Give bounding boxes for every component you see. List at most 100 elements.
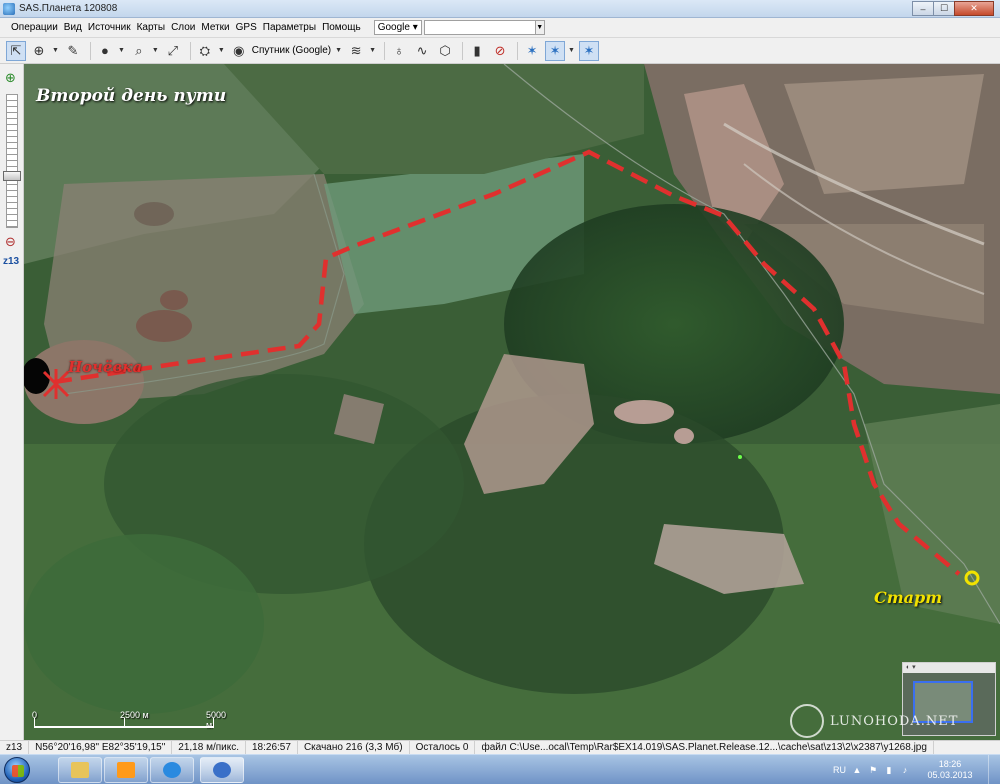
status-resolution: 21,18 м/пикс. (172, 741, 246, 754)
taskbar-sas-planet[interactable] (200, 757, 244, 783)
browser-icon (163, 762, 181, 778)
taskbar-media-player[interactable] (104, 757, 148, 783)
tray-arrow-icon[interactable]: ▲ (852, 765, 862, 775)
gps-point-marker (738, 455, 742, 459)
menu-operations[interactable]: Операции (8, 22, 61, 33)
window-title: SAS.Планета 120808 (19, 3, 118, 14)
menu-settings[interactable]: Параметры (260, 22, 319, 33)
globe-dropdown-icon[interactable]: ▼ (52, 47, 59, 54)
polygon-icon[interactable]: ⬡ (435, 41, 455, 61)
layers-dropdown-icon[interactable]: ▼ (369, 47, 376, 54)
menu-help[interactable]: Помощь (319, 22, 364, 33)
taskbar-explorer[interactable] (58, 757, 102, 783)
volume-icon[interactable]: ♪ (900, 765, 910, 775)
zoom-out-icon[interactable]: ⊖ (5, 234, 16, 250)
scale-bar: 0 2500 м 5000 м (30, 710, 226, 736)
status-time: 18:26:57 (246, 741, 298, 754)
zoom-level-label: z13 (3, 256, 20, 267)
menu-layers[interactable]: Слои (168, 22, 198, 33)
zoom-slider[interactable] (6, 94, 18, 228)
maximize-button[interactable]: ☐ (933, 1, 955, 16)
zoom-panel: ⊕ ⊖ z13 (0, 64, 24, 740)
minimize-button[interactable]: – (912, 1, 934, 16)
toolbar-separator (462, 41, 464, 60)
status-remaining: Осталось 0 (410, 741, 476, 754)
ruler-icon[interactable]: ✎ (63, 41, 83, 61)
toolbar-separator (517, 41, 519, 60)
start-button[interactable] (4, 757, 30, 783)
watermark-text: LUNOHODA.NET (830, 714, 959, 729)
sas-planet-icon (213, 762, 231, 778)
menu-gps[interactable]: GPS (233, 22, 260, 33)
menu-view[interactable]: Вид (61, 22, 85, 33)
map-caption: Второй день пути (36, 86, 227, 106)
path-icon[interactable]: ∿ (412, 41, 432, 61)
toolbar-separator (384, 41, 386, 60)
fullscreen-icon[interactable]: ⤢ (163, 41, 183, 61)
app-icon (3, 3, 15, 15)
earth-dropdown-icon[interactable]: ▼ (118, 47, 125, 54)
language-indicator[interactable]: RU (833, 765, 846, 775)
media-player-icon (117, 762, 135, 778)
title-bar: SAS.Планета 120808 – ☐ ✕ (0, 0, 1000, 18)
map-canvas[interactable]: Второй день пути Ночёвка Старт 0 2500 м … (24, 64, 1000, 740)
scale-tick (34, 718, 35, 728)
satellite-dropdown-icon[interactable]: ▼ (218, 47, 225, 54)
status-file: файл C:\Use...ocal\Temp\Rar$EX14.019\SAS… (475, 741, 934, 754)
watermark: LUNOHODA.NET (790, 704, 990, 740)
menu-source[interactable]: Источник (85, 22, 134, 33)
minimap-header: ◐ ▾ (903, 663, 995, 673)
gps-icon[interactable]: ✶ (522, 41, 542, 61)
gps-track-dropdown-icon[interactable]: ▼ (568, 47, 575, 54)
search-dropdown-button[interactable]: ▼ (534, 20, 545, 35)
search-input[interactable] (423, 20, 536, 35)
clock-time: 18:26 (938, 759, 962, 769)
menu-maps[interactable]: Карты (134, 22, 169, 33)
mark-icon[interactable]: ▮ (467, 41, 487, 61)
satellite-icon[interactable]: ⛭ (195, 41, 215, 61)
close-button[interactable]: ✕ (954, 1, 994, 16)
network-icon[interactable]: ▮ (884, 765, 894, 775)
earth-icon[interactable]: ● (95, 41, 115, 61)
watermark-globe-icon (790, 704, 824, 738)
zoom-in-icon[interactable]: ⊕ (5, 70, 16, 86)
taskbar: RU ▲ ⚑ ▮ ♪ 18:26 05.03.2013 (0, 754, 1000, 784)
status-zoom: z13 (0, 741, 30, 754)
window-controls: – ☐ ✕ (912, 1, 994, 16)
toolbar: ⇱ ⊕ ▼ ✎ ● ▼ ⌕ ▼ ⤢ ⛭ ▼ ◉ Спутник (Google) ▼ ≋ ▼… (0, 38, 1000, 64)
scale-tick (213, 718, 214, 728)
camp-label: Ночёвка (68, 358, 143, 376)
zoom-dropdown-icon[interactable]: ▼ (152, 47, 159, 54)
map-type-select[interactable]: Спутник (Google) (252, 45, 331, 56)
status-coords: N56°20'16,98" E82°35'19,15" (29, 741, 173, 754)
taskbar-browser[interactable] (150, 757, 194, 783)
satellite-imagery (24, 64, 1000, 740)
clock[interactable]: 18:26 05.03.2013 (916, 759, 984, 781)
status-downloaded: Скачано 216 (3,3 Мб) (298, 741, 410, 754)
globe-icon[interactable]: ⊕ (29, 41, 49, 61)
system-tray: RU ▲ ⚑ ▮ ♪ 18:26 05.03.2013 (833, 755, 1000, 784)
map-globe-icon[interactable]: ◉ (229, 41, 249, 61)
stop-icon[interactable]: ⊘ (490, 41, 510, 61)
windows-logo-icon (12, 765, 24, 777)
status-bar: z13 N56°20'16,98" E82°35'19,15" 21,18 м/… (0, 740, 1000, 754)
gps-track-icon[interactable]: ✶ (545, 40, 566, 61)
search-engine-select[interactable]: Google ▾ (373, 20, 422, 35)
pin-icon[interactable]: ♁ (389, 41, 409, 61)
show-desktop-button[interactable] (988, 755, 1000, 784)
clock-date: 05.03.2013 (927, 770, 973, 780)
gps-center-icon[interactable]: ✶ (578, 40, 599, 61)
toolbar-separator (89, 41, 91, 60)
scale-tick (124, 718, 125, 728)
start-label: Старт (874, 588, 943, 607)
layers-icon[interactable]: ≋ (346, 41, 366, 61)
zoom-slider-thumb[interactable] (3, 170, 21, 181)
folder-icon (71, 762, 89, 778)
toolbar-separator (189, 41, 191, 60)
menu-bar: Операции Вид Источник Карты Слои Метки G… (0, 18, 1000, 38)
flag-icon[interactable]: ⚑ (868, 765, 878, 775)
cursor-icon[interactable]: ⇱ (6, 40, 26, 61)
menu-marks[interactable]: Метки (198, 22, 232, 33)
zoom-icon[interactable]: ⌕ (129, 41, 149, 61)
map-type-dropdown-icon[interactable]: ▼ (335, 47, 342, 54)
